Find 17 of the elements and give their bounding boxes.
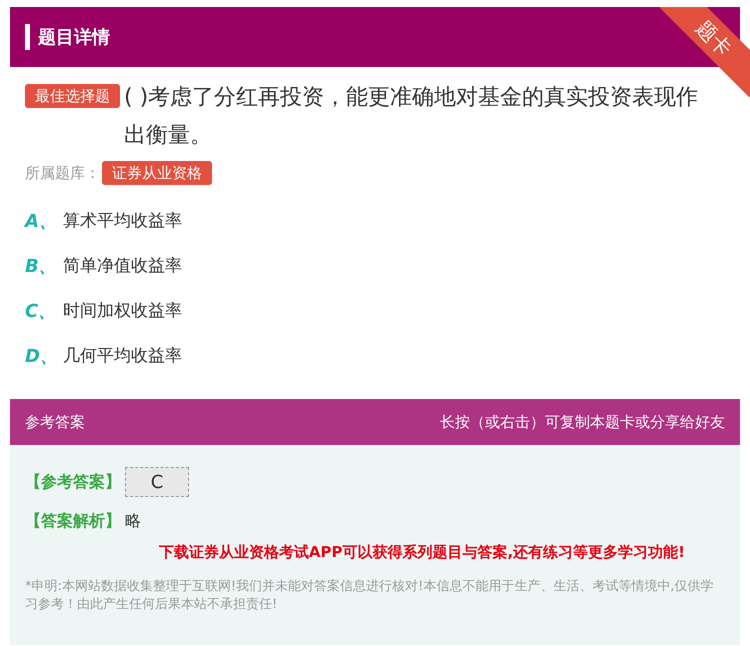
question-type-tag: 最佳选择题 — [25, 84, 120, 108]
analysis-value: 略 — [125, 510, 141, 532]
answer-option[interactable]: D、 几何平均收益率 — [25, 334, 725, 379]
answer-option[interactable]: B、 简单净值收益率 — [25, 244, 725, 289]
answer-bar-title: 参考答案 — [25, 412, 85, 433]
section-title: 题目详情 — [38, 26, 110, 50]
app-promo: 下载证券从业资格考试APP可以获得系列题目与答案,还有练习等更多学习功能! — [158, 542, 686, 563]
answer-label: 【参考答案】 — [25, 471, 121, 493]
analysis-label: 【答案解析】 — [25, 510, 121, 532]
answer-option[interactable]: A、 算术平均收益率 — [25, 199, 725, 244]
title-bar-marker — [25, 24, 30, 50]
answer-value: C — [125, 467, 189, 497]
bank-label: 所属题库： — [25, 162, 100, 184]
disclaimer: *申明:本网站数据收集整理于互联网!我们并未能对答案信息进行核对!本信息不能用于生产、生活、考试等情境中,仅供学习参考！由此产生任何后果本站不承担责任! — [25, 578, 714, 614]
share-hint: 长按（或右击）可复制本题卡或分享给好友 — [440, 412, 725, 433]
answer-option[interactable]: C、 时间加权收益率 — [25, 289, 725, 334]
bank-tag[interactable]: 证券从业资格 — [102, 161, 212, 185]
